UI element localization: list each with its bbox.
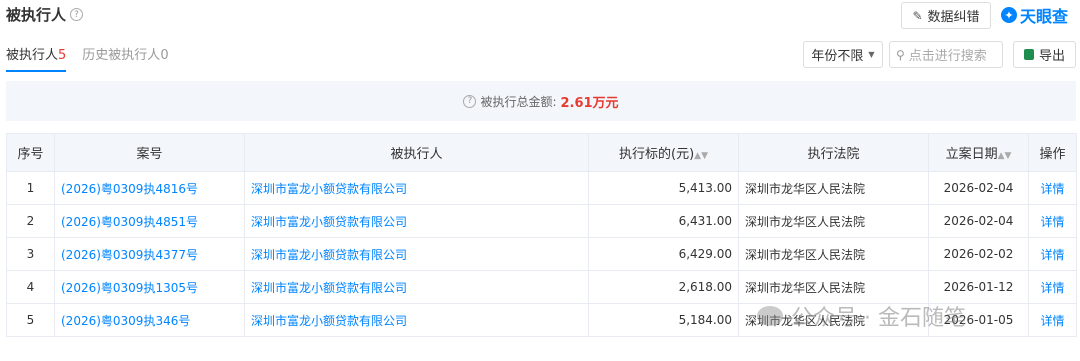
edit-icon: ✎ [912, 8, 923, 23]
execution-amount: 5,184.00 [588, 303, 739, 337]
table-row: 3 (2026)粤0309执4377号 深圳市富龙小额贷款有限公司 6,429.… [6, 237, 1077, 271]
detail-link[interactable]: 详情 [1028, 237, 1077, 271]
court-name: 深圳市龙华区人民法院 [738, 171, 929, 205]
row-index: 5 [6, 303, 55, 337]
execution-amount: 6,429.00 [588, 237, 739, 271]
table-header-row: 序号 案号 被执行人 执行标的(元)▲▼ 执行法院 立案日期▲▼ 操作 [6, 133, 1077, 172]
execution-amount: 6,431.00 [588, 204, 739, 238]
total-amount-bar: ? 被执行总金额: 2.61万元 [6, 81, 1076, 121]
executed-party-link[interactable]: 深圳市富龙小额贷款有限公司 [244, 204, 589, 238]
row-index: 1 [6, 171, 55, 205]
help-icon[interactable]: ? [70, 8, 84, 21]
filing-date: 2026-02-02 [928, 237, 1029, 271]
search-icon: ⚲ [896, 47, 905, 62]
export-button[interactable]: 导出 [1013, 41, 1076, 68]
filing-date: 2026-01-12 [928, 270, 1029, 304]
detail-link[interactable]: 详情 [1028, 204, 1077, 238]
table-row: 1 (2026)粤0309执4816号 深圳市富龙小额贷款有限公司 5,413.… [6, 171, 1077, 205]
court-name: 深圳市龙华区人民法院 [738, 237, 929, 271]
export-label: 导出 [1038, 49, 1065, 64]
row-index: 3 [6, 237, 55, 271]
total-amount-value: 2.61万元 [560, 95, 619, 111]
excel-icon [1023, 49, 1034, 60]
filing-date: 2026-02-04 [928, 204, 1029, 238]
case-number-link[interactable]: (2026)粤0309执4816号 [54, 171, 245, 205]
col-header-amount[interactable]: 执行标的(元)▲▼ [588, 133, 739, 172]
tab-label: 被执行人 [6, 48, 59, 63]
tab-count: 5 [58, 48, 67, 63]
sort-icon[interactable]: ▲▼ [694, 151, 708, 161]
year-filter-label: 年份不限 [811, 49, 864, 64]
detail-link[interactable]: 详情 [1028, 303, 1077, 337]
tab-history-executed-party[interactable]: 历史被执行人0 [82, 44, 168, 72]
case-number-link[interactable]: (2026)粤0309执4851号 [54, 204, 245, 238]
year-filter-dropdown[interactable]: 年份不限 ▼ [803, 41, 883, 68]
execution-amount: 5,413.00 [588, 171, 739, 205]
detail-link[interactable]: 详情 [1028, 270, 1077, 304]
executed-party-link[interactable]: 深圳市富龙小额贷款有限公司 [244, 171, 589, 205]
data-correction-button[interactable]: ✎ 数据纠错 [901, 2, 991, 29]
search-input[interactable]: ⚲ 点击进行搜索 [889, 41, 1003, 68]
table-row: 5 (2026)粤0309执346号 深圳市富龙小额贷款有限公司 5,184.0… [6, 303, 1077, 337]
col-header-executed-party: 被执行人 [244, 133, 589, 172]
case-number-link[interactable]: (2026)粤0309执346号 [54, 303, 245, 337]
data-correction-label: 数据纠错 [927, 10, 980, 25]
court-name: 深圳市龙华区人民法院 [738, 270, 929, 304]
col-header-index: 序号 [6, 133, 55, 172]
col-header-court: 执行法院 [738, 133, 929, 172]
court-name: 深圳市龙华区人民法院 [738, 303, 929, 337]
row-index: 4 [6, 270, 55, 304]
tianyancha-logo[interactable]: ✦ 天眼查 [1001, 3, 1068, 27]
total-amount-label: 被执行总金额: [480, 94, 557, 109]
col-header-case-no: 案号 [54, 133, 245, 172]
logo-text: 天眼查 [1020, 7, 1069, 26]
case-number-link[interactable]: (2026)粤0309执1305号 [54, 270, 245, 304]
detail-link[interactable]: 详情 [1028, 171, 1077, 205]
col-header-filing-date[interactable]: 立案日期▲▼ [928, 133, 1029, 172]
sort-icon[interactable]: ▲▼ [998, 151, 1012, 161]
tab-label: 历史被执行人 [82, 48, 161, 63]
tab-bar: 被执行人5 历史被执行人0 [6, 44, 169, 72]
execution-amount: 2,618.00 [588, 270, 739, 304]
row-index: 2 [6, 204, 55, 238]
court-name: 深圳市龙华区人民法院 [738, 204, 929, 238]
col-header-amount-label: 执行标的(元) [619, 147, 695, 162]
filing-date: 2026-01-05 [928, 303, 1029, 337]
executed-party-table: 序号 案号 被执行人 执行标的(元)▲▼ 执行法院 立案日期▲▼ 操作 1 (2… [6, 133, 1077, 337]
caret-down-icon: ▼ [868, 50, 875, 59]
filing-date: 2026-02-04 [928, 171, 1029, 205]
executed-party-link[interactable]: 深圳市富龙小额贷款有限公司 [244, 270, 589, 304]
logo-icon: ✦ [1001, 7, 1017, 23]
table-row: 4 (2026)粤0309执1305号 深圳市富龙小额贷款有限公司 2,618.… [6, 270, 1077, 304]
col-header-filing-date-label: 立案日期 [945, 147, 998, 162]
table-row: 2 (2026)粤0309执4851号 深圳市富龙小额贷款有限公司 6,431.… [6, 204, 1077, 238]
case-number-link[interactable]: (2026)粤0309执4377号 [54, 237, 245, 271]
col-header-action: 操作 [1028, 133, 1077, 172]
help-icon[interactable]: ? [463, 94, 477, 108]
tab-count: 0 [160, 48, 169, 63]
executed-party-link[interactable]: 深圳市富龙小额贷款有限公司 [244, 303, 589, 337]
tab-executed-party[interactable]: 被执行人5 [6, 44, 67, 72]
section-title-text: 被执行人 [6, 6, 67, 24]
executed-party-link[interactable]: 深圳市富龙小额贷款有限公司 [244, 237, 589, 271]
search-placeholder: 点击进行搜索 [908, 49, 987, 64]
section-title: 被执行人 ? [6, 4, 84, 25]
